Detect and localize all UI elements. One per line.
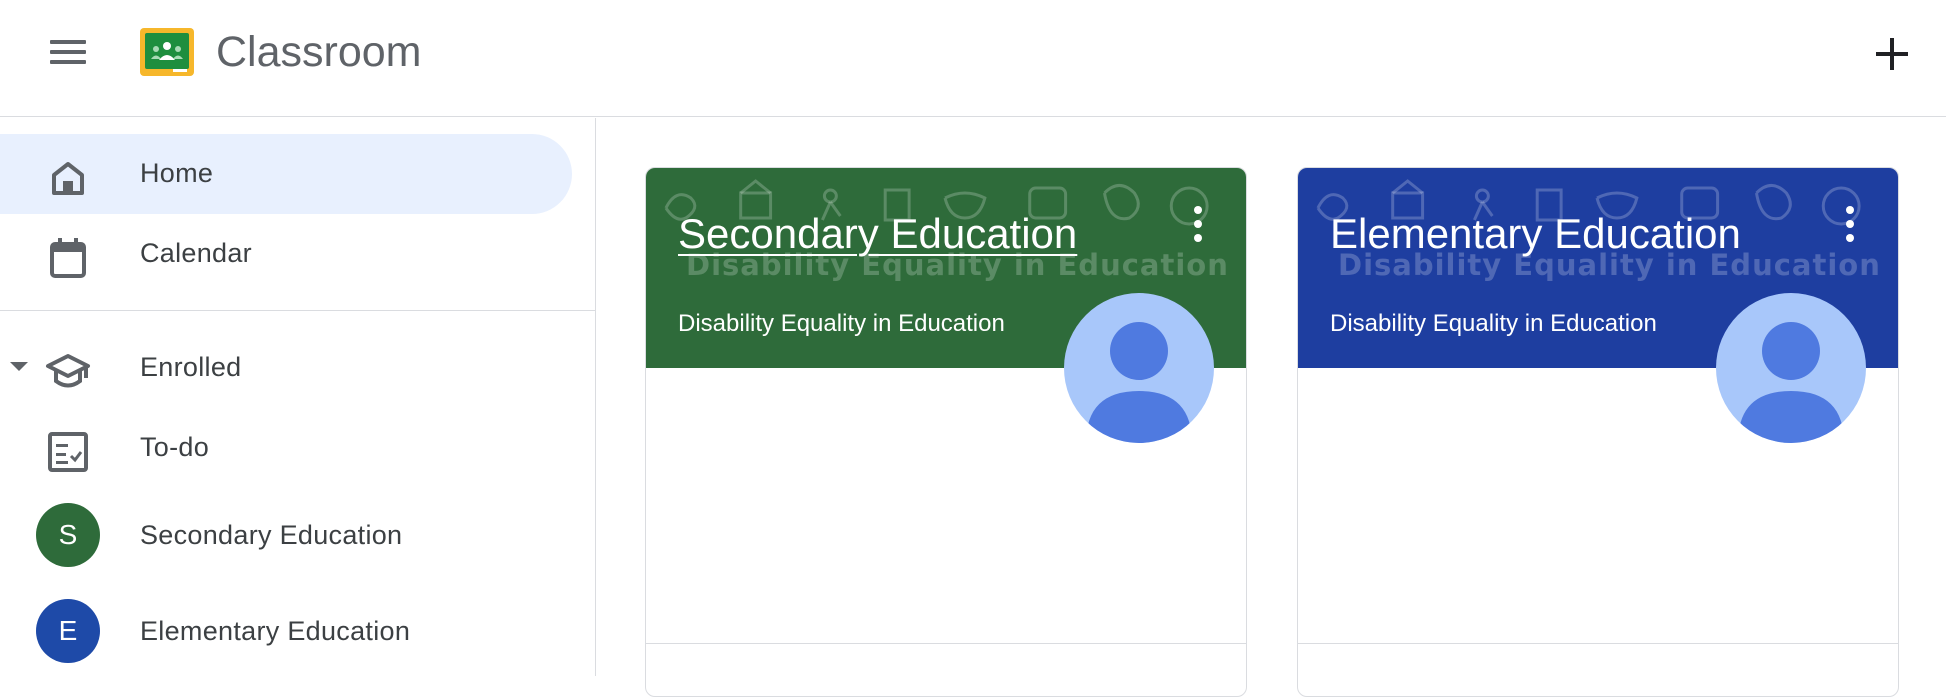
course-card-elementary-education: Elementary Education Disability Equality…: [1297, 167, 1899, 697]
calendar-icon: [44, 234, 92, 282]
sidebar-item-calendar[interactable]: Calendar: [0, 214, 572, 294]
sidebar-item-label: To-do: [140, 432, 210, 462]
more-options-icon[interactable]: [1842, 206, 1858, 246]
teacher-avatar[interactable]: [1064, 293, 1214, 443]
course-banner-text: Disability Equality in Education: [1338, 248, 1881, 282]
classroom-logo-icon[interactable]: [140, 28, 194, 76]
sidebar-item-label: Calendar: [140, 238, 252, 268]
sidebar-item-label: Secondary Education: [140, 520, 403, 550]
class-avatar: E: [36, 599, 100, 663]
graduation-cap-icon: [44, 348, 92, 396]
plus-icon[interactable]: [1864, 26, 1920, 82]
navigation-drawer: Home Calendar Enrolled To-do S Secondary…: [0, 118, 596, 676]
home-icon: [44, 154, 92, 202]
sidebar-item-secondary-education[interactable]: S Secondary Education: [0, 496, 572, 576]
more-options-icon[interactable]: [1190, 206, 1206, 246]
top-app-bar: Classroom: [0, 0, 1946, 117]
sidebar-item-label: Elementary Education: [140, 616, 411, 646]
hamburger-menu-icon[interactable]: [40, 32, 96, 72]
course-section-link[interactable]: Disability Equality in Education: [678, 310, 1005, 338]
card-divider: [1298, 643, 1898, 644]
teacher-avatar[interactable]: [1716, 293, 1866, 443]
class-avatar: S: [36, 503, 100, 567]
sidebar-divider: [0, 310, 596, 311]
sidebar-item-elementary-education[interactable]: E Elementary Education: [0, 592, 572, 672]
card-divider: [646, 643, 1246, 644]
course-banner-text: Disability Equality in Education: [686, 248, 1229, 282]
sidebar-item-enrolled[interactable]: Enrolled: [0, 328, 572, 408]
sidebar-item-label: Home: [140, 158, 214, 188]
sidebar-item-label: Enrolled: [140, 352, 242, 382]
app-title[interactable]: Classroom: [216, 26, 422, 78]
chevron-down-icon[interactable]: [10, 362, 28, 371]
todo-checklist-icon: [44, 428, 92, 476]
course-card-secondary-education: Secondary Education Disability Equality …: [645, 167, 1247, 697]
course-section-link[interactable]: Disability Equality in Education: [1330, 310, 1657, 338]
sidebar-item-todo[interactable]: To-do: [0, 408, 572, 488]
sidebar-item-home[interactable]: Home: [0, 134, 572, 214]
